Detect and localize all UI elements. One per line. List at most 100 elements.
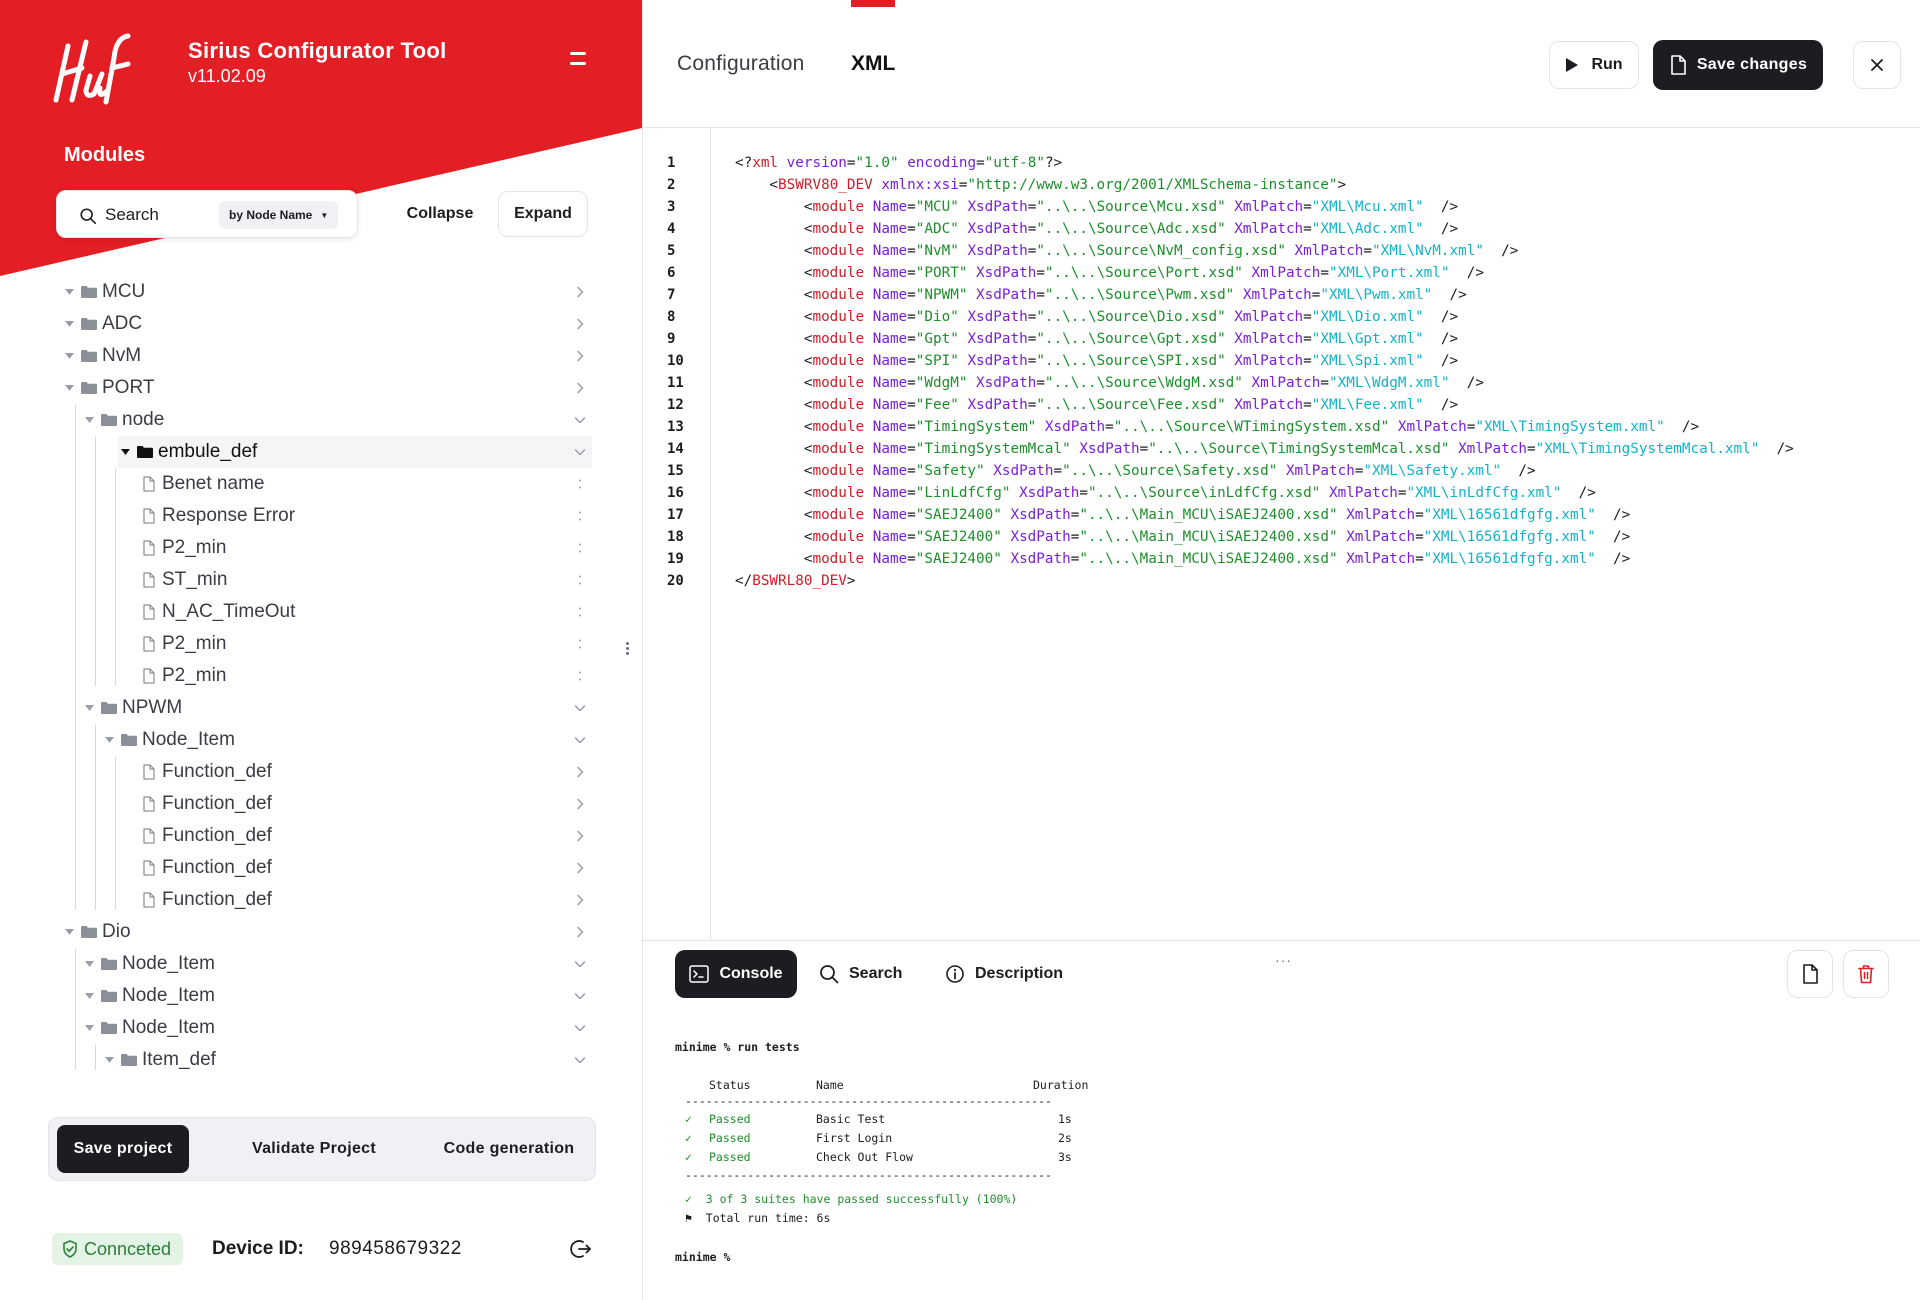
chevron-right-icon[interactable] [568, 884, 592, 916]
chevron-right-icon[interactable] [568, 916, 592, 948]
tree-item-label: embule_def [158, 441, 258, 462]
caret-down-icon[interactable] [62, 381, 76, 395]
code-line: <module Name="SPI" XsdPath="..\..\Source… [735, 353, 1459, 369]
kebab-menu-icon[interactable] [568, 564, 592, 596]
caret-down-icon[interactable] [62, 285, 76, 299]
chevron-down-icon[interactable] [568, 692, 592, 724]
chevron-right-icon[interactable] [568, 372, 592, 404]
validate-project-button[interactable]: Validate Project [229, 1125, 399, 1173]
save-project-button[interactable]: Save project [57, 1125, 189, 1173]
chevron-right-icon[interactable] [568, 276, 592, 308]
chevron-down-icon[interactable] [568, 1012, 592, 1044]
kebab-menu-icon[interactable] [568, 532, 592, 564]
caret-down-icon[interactable] [62, 349, 76, 363]
search-mode-dropdown[interactable]: by Node Name ▼ [219, 201, 339, 229]
tree-item[interactable]: P2_min [62, 532, 592, 564]
code-line: </BSWRL80_DEV> [735, 573, 856, 589]
kebab-menu-icon[interactable] [568, 500, 592, 532]
tree-item[interactable]: P2_min [62, 660, 592, 692]
tab-description[interactable]: Description [945, 950, 1063, 998]
tree-item[interactable]: Node_Item [62, 948, 592, 980]
chevron-down-icon[interactable] [568, 404, 592, 436]
chevron-down-icon[interactable] [568, 948, 592, 980]
code-line: <module Name="MCU" XsdPath="..\..\Source… [735, 199, 1459, 215]
kebab-menu-icon[interactable] [568, 660, 592, 692]
tree-item[interactable]: Function_def [62, 788, 592, 820]
tree-item[interactable]: Benet name [62, 468, 592, 500]
tree-item[interactable]: ST_min [62, 564, 592, 596]
tree-item[interactable]: node [62, 404, 592, 436]
run-button[interactable]: Run [1549, 41, 1639, 89]
chevron-down-icon[interactable] [568, 980, 592, 1012]
tab-search[interactable]: Search [819, 950, 902, 998]
folder-icon [80, 284, 98, 300]
caret-down-icon[interactable] [82, 989, 96, 1003]
tab-configuration[interactable]: Configuration [677, 52, 805, 76]
chevron-down-icon[interactable] [568, 1044, 592, 1076]
caret-down-icon[interactable] [102, 1053, 116, 1067]
tree-item[interactable]: PORT [62, 372, 592, 404]
tree-item[interactable]: ADC [62, 308, 592, 340]
close-button[interactable] [1853, 41, 1901, 89]
panel-resize-handle[interactable] [622, 640, 632, 664]
tree-item[interactable]: Item_def [62, 1044, 592, 1076]
tree-item[interactable]: Node_Item [62, 1012, 592, 1044]
chevron-right-icon[interactable] [568, 756, 592, 788]
tab-console[interactable]: Console [675, 950, 797, 998]
xml-editor[interactable]: 1 2 3 4 5 6 7 8 9 10 11 12 13 14 15 16 17 18 19 20 <?xml ve… [643, 128, 1920, 940]
collapse-button[interactable]: Collapse [394, 190, 486, 238]
line-number: 17 [667, 507, 684, 523]
file-icon [140, 860, 158, 876]
tree-item[interactable]: P2_min [62, 628, 592, 660]
caret-down-icon[interactable] [82, 957, 96, 971]
caret-down-icon[interactable] [82, 1021, 96, 1035]
tree-item[interactable]: MCU [62, 276, 592, 308]
caret-down-icon[interactable] [62, 317, 76, 331]
chevron-right-icon[interactable] [568, 340, 592, 372]
tree-item[interactable]: Response Error [62, 500, 592, 532]
tree-item-label: P2_min [162, 633, 227, 654]
chevron-right-icon[interactable] [568, 820, 592, 852]
tree-item[interactable]: Function_def [62, 852, 592, 884]
caret-down-icon[interactable] [118, 445, 132, 459]
copy-output-button[interactable] [1787, 950, 1833, 998]
caret-down-icon[interactable] [82, 413, 96, 427]
close-icon [1871, 59, 1883, 71]
tree-item[interactable]: Function_def [62, 884, 592, 916]
tree-guide-line [115, 756, 116, 910]
kebab-menu-icon[interactable] [568, 628, 592, 660]
tree-item[interactable]: Node_Item [62, 724, 592, 756]
tab-description-label: Description [975, 965, 1064, 982]
expand-button[interactable]: Expand [498, 191, 588, 237]
chevron-down-icon[interactable] [568, 724, 592, 756]
tree-item[interactable]: NPWM [62, 692, 592, 724]
tree-item[interactable]: Node_Item [62, 980, 592, 1012]
file-icon [140, 476, 158, 492]
kebab-menu-icon[interactable] [568, 596, 592, 628]
chevron-down-icon[interactable] [568, 436, 592, 468]
console-resize-handle[interactable]: ··· [1275, 952, 1292, 968]
save-changes-button[interactable]: Save changes [1653, 40, 1823, 90]
caret-down-icon[interactable] [82, 701, 96, 715]
tree-item[interactable]: N_AC_TimeOut [62, 596, 592, 628]
tab-xml[interactable]: XML [851, 52, 895, 76]
kebab-menu-icon[interactable] [568, 468, 592, 500]
chevron-right-icon[interactable] [568, 852, 592, 884]
chevron-right-icon[interactable] [568, 308, 592, 340]
caret-down-icon[interactable] [62, 925, 76, 939]
tree-item[interactable]: Dio [62, 916, 592, 948]
tree-item[interactable]: embule_def [118, 436, 592, 468]
logout-icon[interactable] [570, 1238, 592, 1260]
clear-console-button[interactable] [1843, 950, 1889, 998]
console-duration: 3s [1058, 1150, 1072, 1164]
chevron-right-icon[interactable] [568, 788, 592, 820]
tree-item[interactable]: NvM [62, 340, 592, 372]
code-generation-button[interactable]: Code generation [429, 1125, 589, 1173]
tree-item[interactable]: Function_def [62, 820, 592, 852]
menu-toggle-button[interactable] [566, 52, 590, 72]
caret-down-icon[interactable] [102, 733, 116, 747]
tree-item[interactable]: Function_def [62, 756, 592, 788]
info-icon [946, 965, 964, 983]
search-input[interactable] [105, 203, 225, 227]
